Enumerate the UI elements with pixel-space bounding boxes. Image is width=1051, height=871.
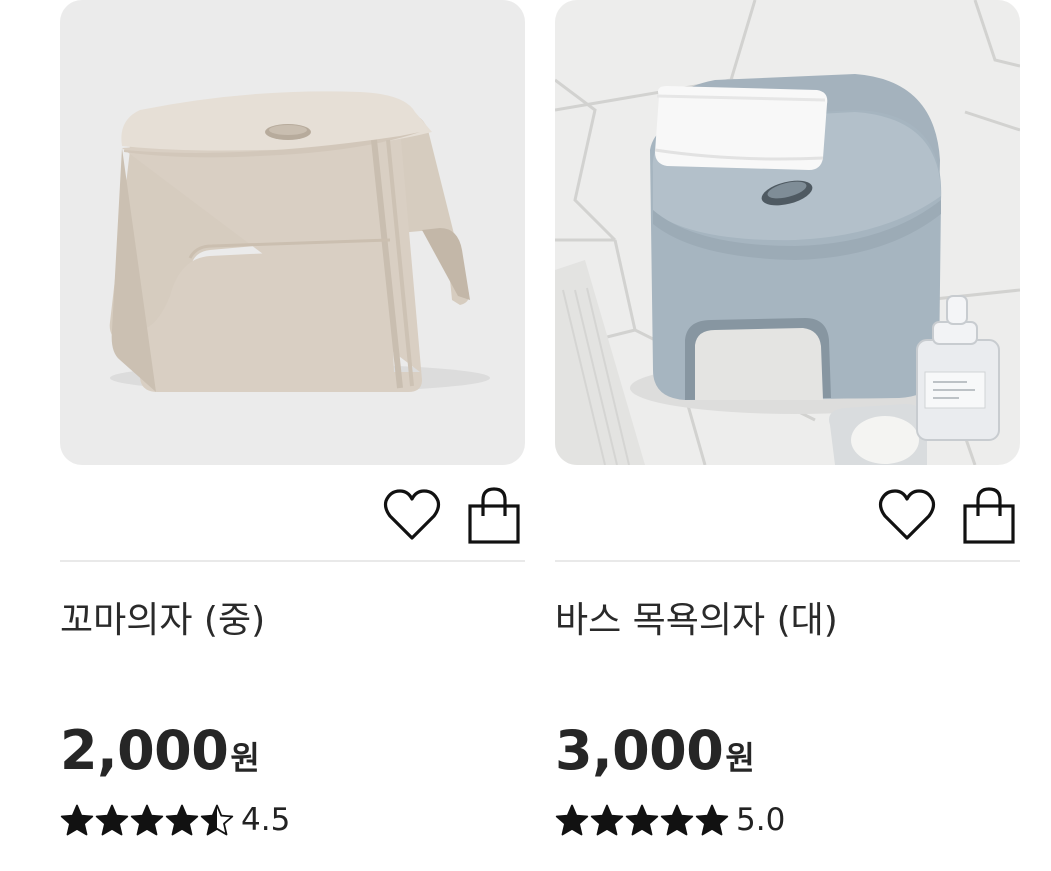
heart-icon[interactable] [876,486,938,546]
star-full-icon [625,804,659,836]
price-value: 3,000 [555,719,724,782]
price-currency: 원 [230,739,260,777]
star-full-icon [60,804,94,836]
star-half-icon [200,804,234,836]
divider [555,560,1020,562]
price-value: 2,000 [60,719,229,782]
star-rating [555,804,730,836]
product-price: 3,000 원 [555,720,755,782]
star-full-icon [130,804,164,836]
price-currency: 원 [725,739,755,777]
divider [60,560,525,562]
product-rating: 5.0 [555,800,785,840]
product-price: 2,000 원 [60,720,260,782]
star-full-icon [95,804,129,836]
star-rating [60,804,235,836]
star-full-icon [660,804,694,836]
heart-icon[interactable] [381,486,443,546]
product-card[interactable]: 꼬마의자 (중) 2,000 원 4.5 [60,0,525,871]
star-full-icon [555,804,589,836]
product-rating: 4.5 [60,800,290,840]
rating-value: 4.5 [241,802,291,838]
shopping-bag-icon[interactable] [463,486,525,546]
star-full-icon [590,804,624,836]
shopping-bag-icon[interactable] [958,486,1020,546]
product-image[interactable] [555,0,1020,465]
product-name[interactable]: 바스 목욕의자 (대) [555,596,838,646]
product-card[interactable]: 바스 목욕의자 (대) 3,000 원 5.0 [555,0,1020,871]
product-image[interactable] [60,0,525,465]
product-name[interactable]: 꼬마의자 (중) [60,596,265,646]
rating-value: 5.0 [736,802,786,838]
star-full-icon [695,804,729,836]
star-full-icon [165,804,199,836]
